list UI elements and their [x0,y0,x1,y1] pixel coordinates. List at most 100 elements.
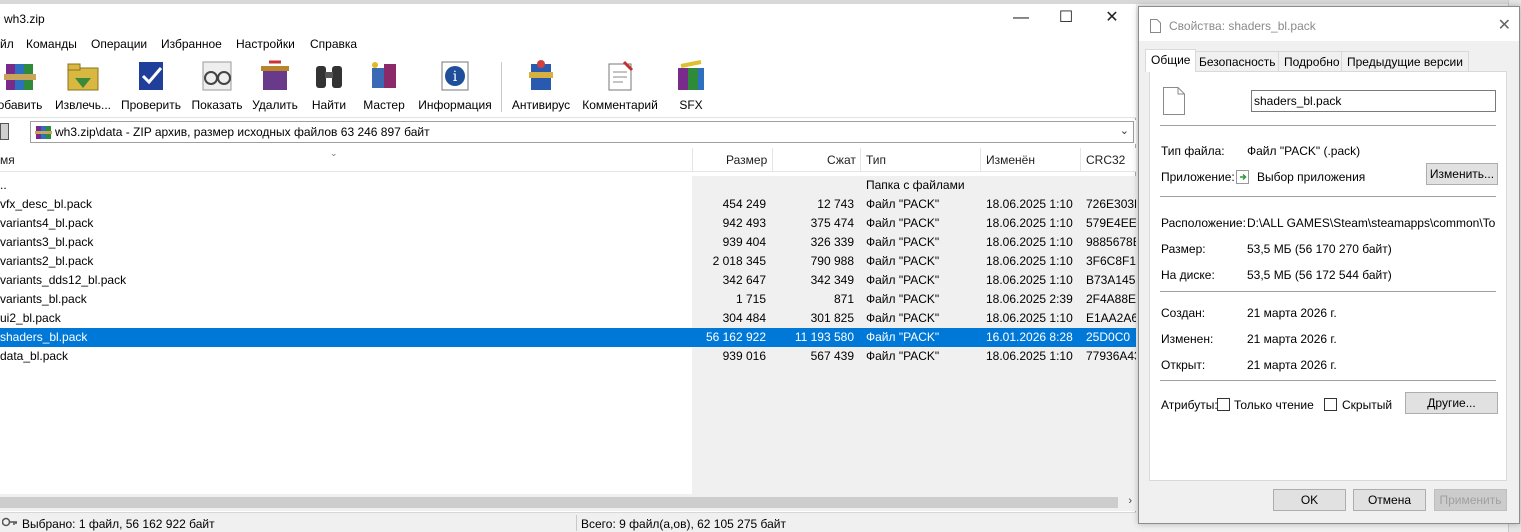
list-item[interactable]: .. Папка с файлами [0,176,1136,195]
column-crc[interactable]: CRC32 [1086,153,1125,167]
file-crc: 9885678E [1086,235,1136,249]
test-book-icon [139,62,163,90]
list-item[interactable]: vfx_desc_bl.pack 454 249 12 743 Файл "PA… [0,195,1136,214]
chevron-down-icon[interactable]: ⌄ [1120,124,1129,137]
up-folder-button[interactable] [0,123,9,140]
file-type-value: Файл "PACK" (.pack) [1247,144,1361,158]
menu-bar: йл Команды Операции Избранное Настройки … [0,34,1136,54]
view-glasses-icon [202,61,232,91]
file-crc: 579E4EEA [1086,216,1136,230]
menu-commands[interactable]: Команды [26,37,77,51]
menu-help[interactable]: Справка [310,37,357,51]
file-size: 2 018 345 [712,254,766,268]
file-modified: 18.06.2025 1:10 [986,235,1073,249]
column-type[interactable]: Тип [866,153,886,167]
apply-button[interactable]: Применить [1434,489,1507,511]
column-name[interactable]: мя [0,153,15,167]
cancel-button[interactable]: Отмена [1353,489,1426,511]
comment-button[interactable]: Комментарий [579,58,661,112]
ondisk-value: 53,5 МБ (56 172 544 байт) [1247,268,1392,282]
modified-value: 21 марта 2026 г. [1247,332,1337,346]
ok-button[interactable]: OK [1273,489,1346,511]
tab-general[interactable]: Общие [1145,49,1197,72]
file-modified: 18.06.2025 1:10 [986,349,1073,363]
column-modified[interactable]: Изменён [986,153,1035,167]
file-packed: 790 988 [810,254,854,268]
list-item[interactable]: data_bl.pack 939 016 567 439 Файл "PACK"… [0,347,1136,366]
open-with-icon [1236,170,1249,184]
minimize-button[interactable]: — [998,4,1044,34]
view-button[interactable]: Показать [190,58,244,112]
extract-button[interactable]: Извлечь... [54,58,112,112]
list-item[interactable]: variants3_bl.pack 939 404 326 339 Файл "… [0,233,1136,252]
file-type: Файл "PACK" [866,197,940,211]
list-item[interactable]: variants4_bl.pack 942 493 375 474 Файл "… [0,214,1136,233]
opened-value: 21 марта 2026 г. [1247,358,1337,372]
file-crc: E1AA2A6 [1086,311,1136,325]
file-name: variants2_bl.pack [0,254,94,268]
file-packed: 375 474 [810,216,854,230]
column-packed[interactable]: Сжат [827,153,856,167]
file-icon [1150,19,1161,33]
divider [1160,291,1496,292]
tab-details[interactable]: Подробно [1278,51,1346,71]
wizard-button[interactable]: Мастер [359,58,409,112]
sort-indicator-icon: ⌄ [330,148,338,158]
hidden-checkbox[interactable] [1324,398,1337,411]
info-button[interactable]: i Информация [416,58,494,112]
file-name: .. [0,178,7,192]
menu-favorites[interactable]: Избранное [161,37,222,51]
menu-file[interactable]: йл [0,37,14,51]
toolbar-separator [501,62,502,112]
modified-label: Изменен: [1161,332,1214,346]
app-value: Выбор приложения [1257,170,1366,184]
menu-settings[interactable]: Настройки [236,37,295,51]
path-combobox[interactable]: wh3.zip\data - ZIP архив, размер исходны… [30,121,1134,143]
file-list-header: ⌄ мя Размер Сжат Тип Изменён CRC32 [0,148,1136,172]
info-icon: i [441,61,469,91]
antivirus-icon [529,60,553,90]
address-bar: wh3.zip\data - ZIP архив, размер исходны… [0,120,1136,144]
menu-operations[interactable]: Операции [91,37,147,51]
horizontal-scrollbar[interactable]: › [0,494,1136,511]
antivirus-button[interactable]: Антивирус [508,58,574,112]
tab-security[interactable]: Безопасность [1193,51,1282,71]
file-modified: 18.06.2025 1:10 [986,311,1073,325]
file-type: Файл "PACK" [866,254,940,268]
file-packed: 12 743 [817,197,854,211]
file-size: 1 715 [735,292,766,306]
find-button[interactable]: Найти [306,58,352,112]
scroll-right-icon[interactable]: › [1128,495,1132,507]
readonly-checkbox[interactable] [1217,398,1230,411]
window-title: wh3.zip [4,12,45,26]
close-button[interactable]: ✕ [1089,4,1135,34]
list-item-selected[interactable]: shaders_bl.pack 56 162 922 11 193 580 Фа… [0,328,1136,347]
file-name-field[interactable] [1251,90,1496,112]
list-item[interactable]: variants_bl.pack 1 715 871 Файл "PACK" 1… [0,290,1136,309]
file-packed: 567 439 [810,349,854,363]
other-attributes-button[interactable]: Другие... [1405,392,1498,414]
maximize-button[interactable]: ☐ [1043,4,1089,34]
divider [1160,196,1496,197]
file-type: Папка с файлами [866,178,965,192]
zip-archive-icon [35,126,52,139]
list-item[interactable]: variants_dds12_bl.pack 342 647 342 349 Ф… [0,271,1136,290]
tab-previous-versions[interactable]: Предыдущие версии [1341,51,1469,71]
file-type-label: Тип файла: [1161,144,1225,158]
list-item[interactable]: ui2_bl.pack 304 484 301 825 Файл "PACK" … [0,309,1136,328]
change-button[interactable]: Изменить... [1426,163,1498,185]
file-name: variants3_bl.pack [0,235,94,249]
file-name: vfx_desc_bl.pack [0,197,93,211]
column-size[interactable]: Размер [726,153,767,167]
file-name: data_bl.pack [0,349,69,363]
sfx-button[interactable]: SFX [670,58,712,112]
close-icon[interactable]: ✕ [1498,15,1511,35]
test-button[interactable]: Проверить [120,58,182,112]
column-divider [980,148,981,172]
list-item[interactable]: variants2_bl.pack 2 018 345 790 988 Файл… [0,252,1136,271]
file-size: 342 647 [722,273,766,287]
scrollbar-thumb[interactable] [0,497,1118,508]
file-name: variants_dds12_bl.pack [0,273,127,287]
add-button[interactable]: обавить [0,58,46,112]
delete-button[interactable]: Удалить [251,58,299,112]
